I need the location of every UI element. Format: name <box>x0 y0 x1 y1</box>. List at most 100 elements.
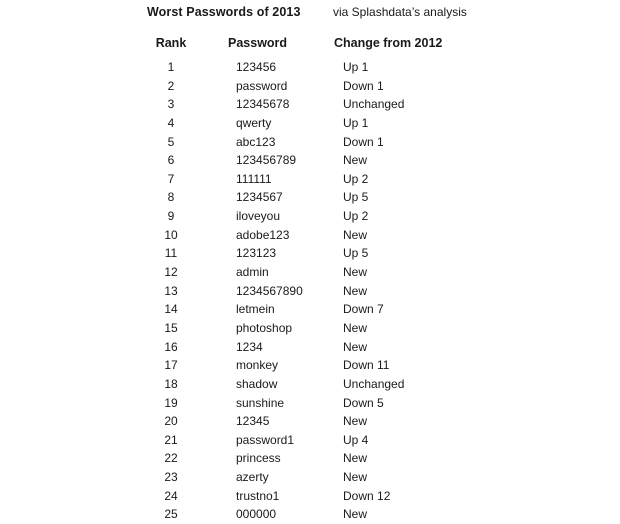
page-title: Worst Passwords of 2013 <box>147 5 301 19</box>
cell-password: password1 <box>236 432 295 447</box>
cell-password: trustno1 <box>236 488 280 503</box>
cell-password: abc123 <box>236 134 276 149</box>
cell-password: 123123 <box>236 246 277 261</box>
table-row: 18 shadow Unchanged <box>0 375 620 394</box>
cell-change-from-2012: Up 5 <box>343 246 369 261</box>
cell-password: 123456789 <box>236 153 297 168</box>
cell-password: 1234567 <box>236 190 283 205</box>
cell-rank: 15 <box>164 320 178 335</box>
cell-rank: 24 <box>164 488 178 503</box>
cell-rank: 22 <box>164 451 178 466</box>
cell-password: 12345678 <box>236 97 290 112</box>
cell-rank: 11 <box>164 246 178 261</box>
column-header-change-from-2012: Change from 2012 <box>334 36 443 50</box>
cell-change-from-2012: Up 4 <box>343 432 369 447</box>
cell-change-from-2012: Up 5 <box>343 190 369 205</box>
cell-change-from-2012: New <box>343 339 368 354</box>
cell-rank: 20 <box>164 414 178 429</box>
cell-password: 111111 <box>236 171 272 186</box>
cell-change-from-2012: New <box>343 227 368 242</box>
cell-rank: 9 <box>167 209 175 224</box>
cell-rank: 13 <box>164 283 178 298</box>
table-row: 21 password1 Up 4 <box>0 431 620 450</box>
table-row: 16 1234 New <box>0 338 620 357</box>
cell-rank: 12 <box>164 265 178 280</box>
cell-password: sunshine <box>236 395 285 410</box>
cell-change-from-2012: Up 2 <box>343 171 369 186</box>
cell-password: admin <box>236 265 269 280</box>
cell-password: monkey <box>236 358 279 373</box>
table-body: 1 123456 Up 1 2 password Down 1 3 12345678 Uncha… <box>0 58 620 524</box>
cell-change-from-2012: Down 12 <box>343 488 391 503</box>
cell-rank: 17 <box>164 358 178 373</box>
table-row: 10 adobe123 New <box>0 226 620 245</box>
cell-password: letmein <box>236 302 275 317</box>
table-row: 3 12345678 Unchanged <box>0 95 620 114</box>
cell-rank: 2 <box>167 78 175 93</box>
cell-password: 000000 <box>236 507 277 522</box>
cell-change-from-2012: New <box>343 470 368 485</box>
table-row: 20 12345 New <box>0 412 620 431</box>
cell-rank: 25 <box>164 507 178 522</box>
cell-rank: 4 <box>167 115 175 130</box>
cell-password: qwerty <box>236 115 272 130</box>
cell-change-from-2012: New <box>343 414 368 429</box>
table-row: 17 monkey Down 11 <box>0 356 620 375</box>
cell-rank: 14 <box>164 302 178 317</box>
cell-rank: 21 <box>164 432 178 447</box>
cell-change-from-2012: Up 1 <box>343 60 369 74</box>
cell-change-from-2012: Down 7 <box>343 302 384 317</box>
cell-rank: 3 <box>167 97 175 112</box>
cell-rank: 19 <box>164 395 178 410</box>
table-row: 24 trustno1 Down 12 <box>0 487 620 506</box>
table-row: 14 letmein Down 7 <box>0 300 620 319</box>
cell-password: shadow <box>236 376 278 391</box>
table-row: 11 123123 Up 5 <box>0 244 620 263</box>
cell-rank: 6 <box>167 153 175 168</box>
source-attribution: via Splashdata’s analysis <box>333 5 467 19</box>
cell-change-from-2012: Unchanged <box>343 97 405 112</box>
table-row: 13 1234567890 New <box>0 282 620 301</box>
cell-rank: 5 <box>167 134 175 149</box>
table-row: 12 admin New <box>0 263 620 282</box>
table-row: 7 111111 Up 2 <box>0 170 620 189</box>
table-row: 6 123456789 New <box>0 151 620 170</box>
table-row: 19 sunshine Down 5 <box>0 394 620 413</box>
table-row: 1 123456 Up 1 <box>0 58 620 77</box>
cell-change-from-2012: Down 1 <box>343 134 384 149</box>
cell-change-from-2012: Up 2 <box>343 209 369 224</box>
cell-change-from-2012: New <box>343 283 368 298</box>
cell-rank: 23 <box>164 470 178 485</box>
cell-password: adobe123 <box>236 227 290 242</box>
cell-change-from-2012: Down 11 <box>343 358 390 373</box>
cell-change-from-2012: New <box>343 320 368 335</box>
table-row: 15 photoshop New <box>0 319 620 338</box>
cell-change-from-2012: New <box>343 507 368 522</box>
cell-password: iloveyou <box>236 209 281 224</box>
table-row: 2 password Down 1 <box>0 77 620 96</box>
cell-password: 123456 <box>236 60 277 74</box>
cell-rank: 16 <box>164 339 178 354</box>
column-header-password: Password <box>228 36 288 50</box>
cell-change-from-2012: New <box>343 265 368 280</box>
cell-password: azerty <box>236 470 269 485</box>
table-row: 4 qwerty Up 1 <box>0 114 620 133</box>
cell-change-from-2012: Up 1 <box>343 115 369 130</box>
cell-change-from-2012: New <box>343 451 368 466</box>
cell-password: 1234567890 <box>236 283 303 298</box>
column-header-rank: Rank <box>155 36 187 50</box>
cell-rank: 10 <box>164 227 178 242</box>
cell-rank: 8 <box>167 190 175 205</box>
table-row: 8 1234567 Up 5 <box>0 188 620 207</box>
cell-password: princess <box>236 451 281 466</box>
cell-password: photoshop <box>236 320 293 335</box>
cell-change-from-2012: New <box>343 153 368 168</box>
cell-rank: 1 <box>167 60 175 74</box>
cell-password: password <box>236 78 288 93</box>
password-list-document: Worst Passwords of 2013 via Splashdata’s… <box>0 0 620 521</box>
cell-password: 12345 <box>236 414 270 429</box>
table-row: 5 abc123 Down 1 <box>0 133 620 152</box>
cell-rank: 7 <box>167 171 175 186</box>
cell-change-from-2012: Down 1 <box>343 78 384 93</box>
table-header-row: Rank Password Change from 2012 <box>0 36 620 56</box>
